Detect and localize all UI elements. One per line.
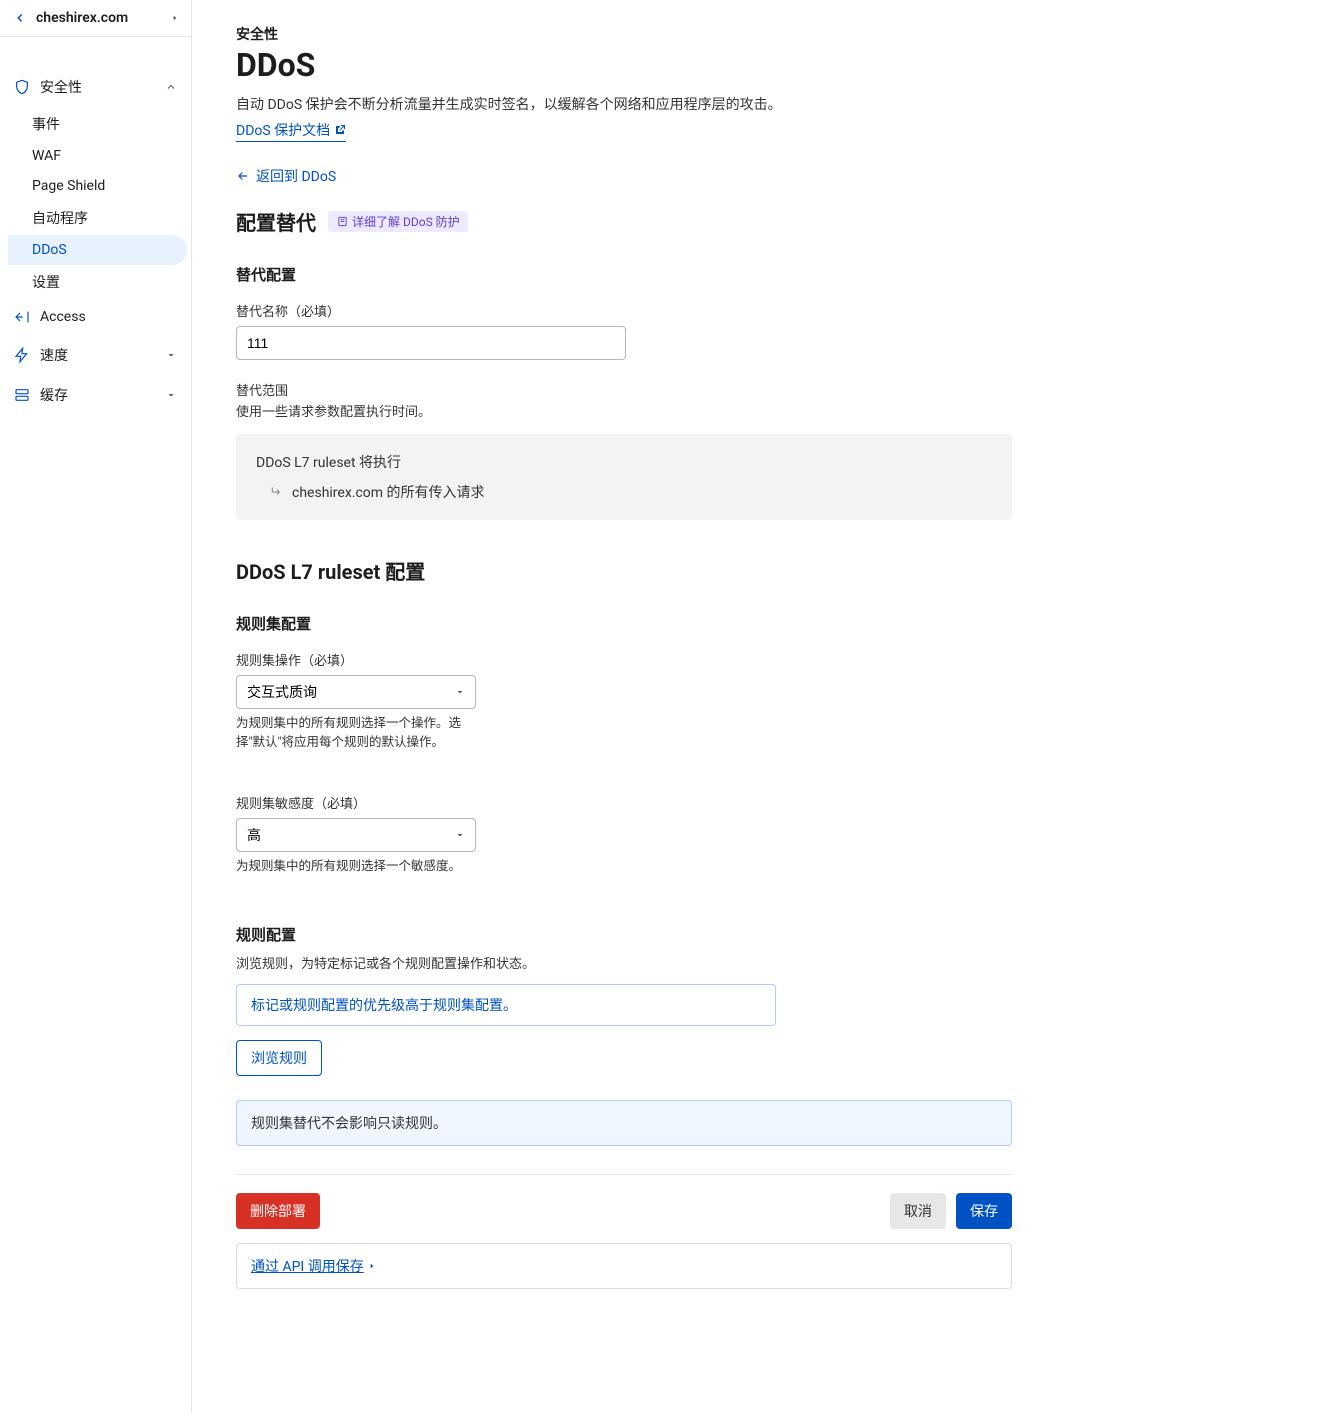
chevron-down-icon [165,389,177,401]
rule-config-header: 规则配置 [236,924,1012,945]
sidebar-item-settings[interactable]: 设置 [32,265,191,299]
panel-line1: DDoS L7 ruleset 将执行 [256,452,992,472]
book-icon [336,216,348,228]
arrow-left-icon [236,169,250,183]
rule-config-desc: 浏览规则，为特定标记或各个规则配置操作和状态。 [236,953,1012,972]
action-help: 为规则集中的所有规则选择一个操作。选择"默认"将应用每个规则的默认操作。 [236,715,476,753]
sub-arrow-icon [270,485,284,499]
docs-link[interactable]: DDoS 保护文档 [236,120,346,142]
ruleset-header: 规则集配置 [236,613,1012,634]
priority-notice: 标记或规则配置的优先级高于规则集配置。 [236,984,776,1026]
bolt-icon [14,347,30,363]
docs-link-text: DDoS 保护文档 [236,120,330,140]
sidebar-item-label: 安全性 [40,77,155,97]
breadcrumb: 安全性 [236,24,1012,44]
sidebar-item-cache[interactable]: 缓存 [0,375,191,415]
scope-help: 使用一些请求参数配置执行时间。 [236,401,1012,420]
sidebar-item-security[interactable]: 安全性 [0,67,191,107]
scope-info-panel: DDoS L7 ruleset 将执行 cheshirex.com 的所有传入请… [236,434,1012,520]
sidebar-item-page-shield[interactable]: Page Shield [32,171,191,201]
sidebar-item-access[interactable]: Access [0,299,191,335]
sensitivity-label: 规则集敏感度（必填） [236,793,1012,812]
ruleset-sensitivity-select[interactable]: 高 [236,818,476,852]
panel-line2: cheshirex.com 的所有传入请求 [256,482,992,502]
main-content: 安全性 DDoS 自动 DDoS 保护会不断分析流量并生成实时签名，以缓解各个网… [192,0,1012,1413]
shield-icon [14,79,30,95]
chevron-right-icon [171,14,179,22]
sidebar-item-bots[interactable]: 自动程序 [32,201,191,235]
external-link-icon [334,124,346,136]
chevron-down-icon [165,349,177,361]
sidebar-item-waf[interactable]: WAF [32,141,191,171]
footer-actions: 删除部署 取消 保存 [236,1174,1012,1229]
override-name-input[interactable] [236,326,626,360]
cache-icon [14,387,30,403]
browse-rules-button[interactable]: 浏览规则 [236,1040,322,1076]
save-button[interactable]: 保存 [956,1193,1012,1229]
ruleset-config-title: DDoS L7 ruleset 配置 [236,556,1012,585]
chevron-up-icon [165,81,177,93]
sidebar-security-submenu: 事件 WAF Page Shield 自动程序 DDoS 设置 [0,107,191,299]
readonly-notice: 规则集替代不会影响只读规则。 [236,1100,1012,1146]
sidebar-domain-header[interactable]: cheshirex.com [0,0,191,37]
cancel-button[interactable]: 取消 [890,1193,946,1229]
sidebar: cheshirex.com 安全性 事件 WAF Page Shield 自动程… [0,0,192,1413]
action-label: 规则集操作（必填） [236,650,1012,669]
sidebar-item-label: Access [40,309,177,325]
learn-more-badge[interactable]: 详细了解 DDoS 防护 [328,211,468,232]
sidebar-item-label: 速度 [40,345,155,365]
sidebar-item-events[interactable]: 事件 [32,107,191,141]
back-link-text: 返回到 DDoS [256,166,336,186]
sensitivity-help: 为规则集中的所有规则选择一个敏感度。 [236,858,1012,877]
sidebar-item-ddos[interactable]: DDoS [8,235,187,265]
delete-deploy-button[interactable]: 删除部署 [236,1193,320,1229]
sidebar-item-label: 缓存 [40,385,155,405]
name-field-label: 替代名称（必填） [236,301,1012,320]
back-to-ddos-link[interactable]: 返回到 DDoS [236,166,336,186]
sidebar-item-speed[interactable]: 速度 [0,335,191,375]
api-save-link[interactable]: 通过 API 调用保存 [251,1256,376,1276]
page-title: DDoS [236,46,1012,84]
page-description: 自动 DDoS 保护会不断分析流量并生成实时签名，以缓解各个网络和应用程序层的攻… [236,94,1012,114]
scope-label: 替代范围 [236,380,1012,399]
api-save-row: 通过 API 调用保存 [236,1243,1012,1289]
override-config-header: 替代配置 [236,264,1012,285]
access-icon [14,309,30,325]
chevron-right-icon [368,1261,376,1271]
back-arrow-icon[interactable] [12,10,28,26]
learn-more-text: 详细了解 DDoS 防护 [352,213,460,230]
ruleset-action-select[interactable]: 交互式质询 [236,675,476,709]
domain-name: cheshirex.com [36,10,128,26]
override-title: 配置替代 [236,207,316,236]
